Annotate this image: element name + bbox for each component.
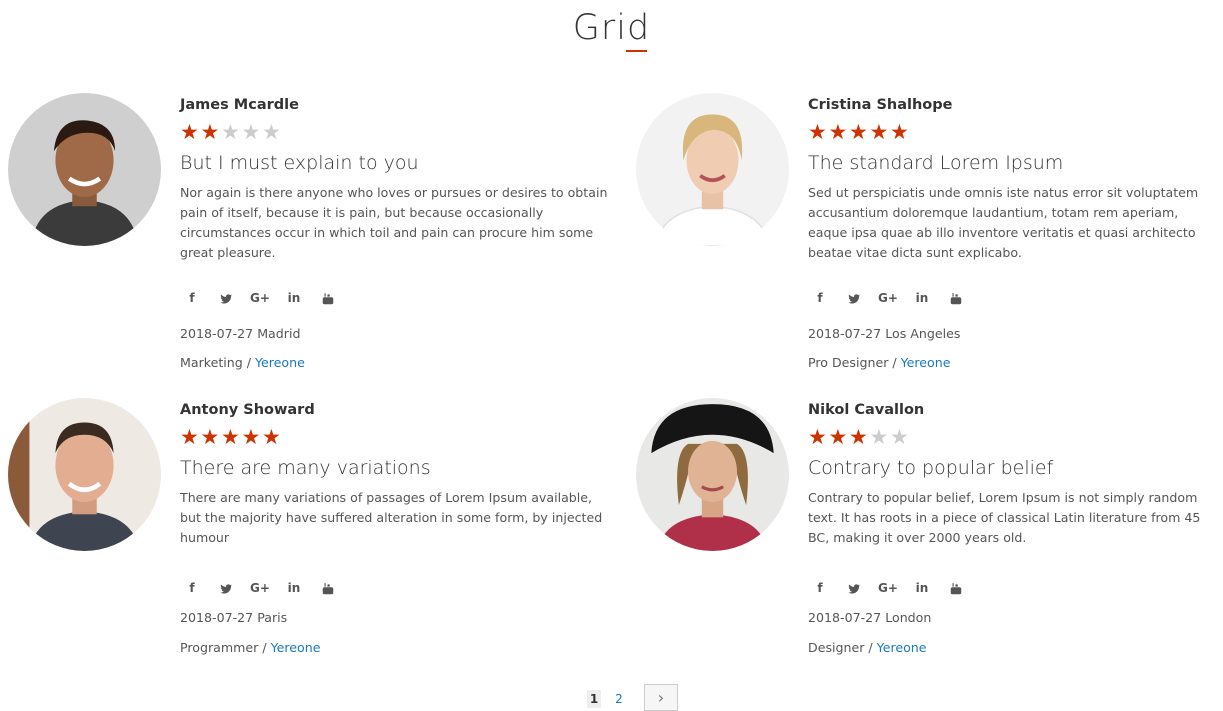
review-date-location: 2018-07-27 Paris bbox=[180, 610, 288, 625]
pagination: 1 2 › bbox=[0, 682, 1223, 711]
testimonial-card: James Mcardle ★ ★ ★ ★ ★ But I must explain t… bbox=[0, 88, 620, 383]
star-rating: ★ ★ ★ ★ ★ bbox=[808, 424, 1218, 450]
star-icon: ★ bbox=[200, 425, 220, 449]
avatar bbox=[8, 398, 161, 551]
role-label: Pro Designer bbox=[808, 355, 889, 370]
role-label: Programmer bbox=[180, 640, 259, 655]
star-rating: ★ ★ ★ ★ ★ bbox=[180, 424, 610, 450]
star-icon: ★ bbox=[869, 120, 889, 144]
page-title: Grid bbox=[572, 8, 651, 48]
google-plus-icon[interactable]: G+ bbox=[876, 578, 900, 598]
review-headline: There are many variations bbox=[180, 457, 431, 479]
role-label: Designer bbox=[808, 640, 865, 655]
facebook-icon[interactable]: f bbox=[808, 578, 832, 598]
role-label: Marketing bbox=[180, 355, 243, 370]
star-icon: ★ bbox=[890, 120, 909, 144]
star-icon: ★ bbox=[180, 425, 199, 449]
page-2-link[interactable]: 2 bbox=[612, 690, 626, 708]
review-text: There are many variations of passages of… bbox=[180, 490, 603, 545]
testimonial-card: Nikol Cavallon ★ ★ ★ ★ ★ Contrary to popular… bbox=[628, 393, 1223, 688]
social-links: f G+ in bbox=[180, 578, 350, 598]
company-link[interactable]: Yereone bbox=[901, 355, 951, 370]
next-page-button[interactable]: › bbox=[644, 684, 678, 711]
youtube-icon[interactable] bbox=[944, 578, 968, 598]
twitter-icon[interactable] bbox=[214, 578, 238, 598]
star-icon: ★ bbox=[808, 425, 827, 449]
review-text: Contrary to popular belief, Lorem Ipsum … bbox=[808, 490, 1201, 545]
reviewer-name: Nikol Cavallon bbox=[808, 402, 925, 418]
reviewer-name: Antony Showard bbox=[180, 402, 315, 418]
youtube-icon[interactable] bbox=[316, 288, 340, 308]
facebook-icon[interactable]: f bbox=[808, 288, 832, 308]
star-icon: ★ bbox=[241, 120, 261, 144]
twitter-icon[interactable] bbox=[842, 288, 866, 308]
twitter-icon[interactable] bbox=[214, 288, 238, 308]
google-plus-icon[interactable]: G+ bbox=[248, 578, 272, 598]
facebook-icon[interactable]: f bbox=[180, 578, 204, 598]
star-icon: ★ bbox=[221, 120, 240, 144]
company-link[interactable]: Yereone bbox=[877, 640, 927, 655]
title-underline bbox=[626, 50, 647, 52]
star-icon: ★ bbox=[221, 425, 240, 449]
star-icon: ★ bbox=[200, 120, 220, 144]
company-link[interactable]: Yereone bbox=[255, 355, 305, 370]
review-headline: Contrary to popular belief bbox=[808, 457, 1054, 479]
social-links: f G+ in bbox=[808, 578, 978, 598]
review-text: Nor again is there anyone who loves or p… bbox=[180, 185, 608, 260]
star-icon: ★ bbox=[262, 425, 281, 449]
linkedin-icon[interactable]: in bbox=[910, 288, 934, 308]
review-headline: The standard Lorem Ipsum bbox=[808, 152, 1064, 174]
youtube-icon[interactable] bbox=[944, 288, 968, 308]
facebook-icon[interactable]: f bbox=[180, 288, 204, 308]
linkedin-icon[interactable]: in bbox=[282, 578, 306, 598]
linkedin-icon[interactable]: in bbox=[910, 578, 934, 598]
twitter-icon[interactable] bbox=[842, 578, 866, 598]
star-icon: ★ bbox=[890, 425, 909, 449]
google-plus-icon[interactable]: G+ bbox=[248, 288, 272, 308]
star-icon: ★ bbox=[180, 120, 199, 144]
reviewer-name: James Mcardle bbox=[180, 97, 299, 113]
star-icon: ★ bbox=[869, 425, 889, 449]
star-icon: ★ bbox=[808, 120, 827, 144]
star-icon: ★ bbox=[849, 120, 868, 144]
testimonial-card: Antony Showard ★ ★ ★ ★ ★ There are many vari… bbox=[0, 393, 620, 688]
star-rating: ★ ★ ★ ★ ★ bbox=[808, 119, 1218, 145]
star-icon: ★ bbox=[262, 120, 281, 144]
star-icon: ★ bbox=[828, 425, 848, 449]
star-icon: ★ bbox=[849, 425, 868, 449]
avatar bbox=[636, 398, 789, 551]
review-date-location: 2018-07-27 Los Angeles bbox=[808, 326, 961, 341]
social-links: f G+ in bbox=[180, 288, 350, 308]
avatar bbox=[636, 93, 789, 246]
company-link[interactable]: Yereone bbox=[271, 640, 321, 655]
testimonial-card: Cristina Shalhope ★ ★ ★ ★ ★ The standard Lor… bbox=[628, 88, 1223, 383]
reviewer-role: Marketing / Yereone bbox=[180, 355, 305, 370]
star-rating: ★ ★ ★ ★ ★ bbox=[180, 119, 610, 145]
linkedin-icon[interactable]: in bbox=[282, 288, 306, 308]
reviewer-role: Programmer / Yereone bbox=[180, 640, 321, 655]
reviewer-name: Cristina Shalhope bbox=[808, 97, 953, 113]
google-plus-icon[interactable]: G+ bbox=[876, 288, 900, 308]
review-date-location: 2018-07-27 London bbox=[808, 610, 932, 625]
youtube-icon[interactable] bbox=[316, 578, 340, 598]
star-icon: ★ bbox=[828, 120, 848, 144]
page-1-current: 1 bbox=[587, 690, 601, 708]
star-icon: ★ bbox=[241, 425, 261, 449]
reviewer-role: Designer / Yereone bbox=[808, 640, 927, 655]
review-headline: But I must explain to you bbox=[180, 152, 419, 174]
avatar bbox=[8, 93, 161, 246]
review-date-location: 2018-07-27 Madrid bbox=[180, 326, 301, 341]
reviewer-role: Pro Designer / Yereone bbox=[808, 355, 951, 370]
social-links: f G+ in bbox=[808, 288, 978, 308]
review-text: Sed ut perspiciatis unde omnis iste natu… bbox=[808, 185, 1199, 260]
